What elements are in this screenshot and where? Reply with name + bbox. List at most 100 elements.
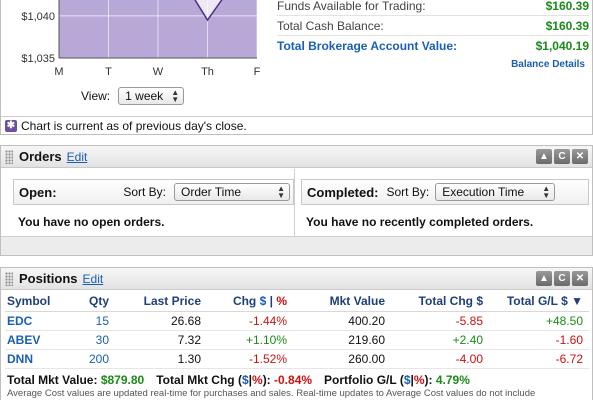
balance-details-link[interactable]: Balance Details — [511, 59, 585, 70]
y-tick-label: $1,040 — [21, 11, 55, 23]
row-symbol[interactable]: ABEV — [5, 330, 75, 350]
orders-footer — [1, 236, 592, 255]
col-mkt-value[interactable]: Mkt Value — [293, 292, 391, 312]
completed-sort-label: Sort By: — [386, 185, 430, 199]
summary-row-funds: Funds Available for Trading: $160.39 — [277, 0, 589, 16]
funds-value: $160.39 — [545, 0, 589, 13]
orders-controls: ▲ C ✕ — [536, 149, 588, 164]
row-qty[interactable]: 15 — [75, 311, 115, 331]
summary-row-cash: Total Cash Balance: $160.39 — [277, 16, 589, 36]
row-total-gl: -1.60 — [489, 330, 589, 350]
portfolio-gl-group: Portfolio G/L ($|%): 4.79% — [324, 373, 470, 387]
row-mkt-value: 219.60 — [293, 330, 391, 350]
toggle-percent-link[interactable]: % — [252, 373, 263, 387]
funds-label: Funds Available for Trading: — [277, 0, 426, 13]
summary-row-total: Total Brokerage Account Value: $1,040.19 — [277, 36, 589, 56]
toggle-percent-link[interactable]: % — [414, 373, 425, 387]
open-orders-bar: Open: Sort By: Order Time ▲ ▼ — [13, 179, 294, 205]
close-icon[interactable]: ✕ — [572, 271, 588, 286]
row-total-gl: -6.72 — [489, 349, 589, 369]
cash-value: $160.39 — [545, 18, 589, 33]
col-chg-label: Chg — [232, 294, 257, 309]
orders-title: Orders — [19, 149, 62, 164]
account-value-chart: $1,035$1,040$1,045MTWThF — [21, 0, 261, 78]
row-qty[interactable]: 200 — [75, 349, 115, 369]
table-row: DNN 200 1.30 -1.52% 260.00 -4.00 -6.72 — [5, 349, 589, 369]
row-total-chg: +2.40 — [391, 330, 489, 350]
col-qty[interactable]: Qty — [75, 292, 115, 312]
select-arrows-icon: ▲ ▼ — [277, 184, 285, 200]
drag-handle-icon[interactable] — [5, 271, 13, 286]
col-chg[interactable]: Chg $ | % — [207, 292, 293, 312]
positions-title: Positions — [19, 271, 78, 286]
table-row: EDC 15 26.68 -1.44% 400.20 -5.85 +48.50 — [5, 311, 589, 331]
col-total-gl[interactable]: Total G/L $ ▼ — [489, 292, 589, 312]
row-mkt-value: 260.00 — [293, 349, 391, 369]
table-row: ABEV 30 7.32 +1.10% 219.60 +2.40 -1.60 — [5, 330, 589, 350]
chart-view-select[interactable]: 1 week ▲ ▼ — [118, 87, 185, 105]
open-sort-select[interactable]: Order Time ▲ ▼ — [174, 183, 290, 201]
positions-controls: ▲ C ✕ — [536, 271, 588, 286]
x-tick-label: W — [153, 66, 164, 78]
completed-orders-section: Completed: Sort By: Execution Time ▲ ▼ Yo… — [301, 169, 589, 237]
total-mkt-chg-group: Total Mkt Chg ($|%): -0.84% — [156, 373, 313, 387]
chart-view-label: View: — [81, 89, 111, 103]
sort-desc-icon: ▼ — [571, 294, 583, 309]
refresh-icon[interactable]: C — [554, 149, 570, 164]
col-symbol[interactable]: Symbol — [5, 292, 75, 312]
total-mkt-chg-label: Total Mkt Chg ( — [156, 373, 242, 387]
positions-table: Symbol Qty Last Price Chg $ | % Mkt Valu… — [5, 292, 589, 369]
total-value-label[interactable]: Total Brokerage Account Value: — [277, 39, 457, 53]
drag-handle-icon[interactable] — [5, 149, 13, 164]
open-orders-message: You have no open orders. — [18, 215, 165, 229]
row-symbol[interactable]: DNN — [5, 349, 75, 369]
x-tick-label: Th — [201, 66, 214, 78]
total-mkt-value-label: Total Mkt Value: — [7, 373, 98, 387]
orders-panel: Orders Edit ▲ C ✕ Open: Sort By: Order T… — [0, 145, 593, 256]
row-chg: -1.52% — [207, 349, 293, 369]
row-last-price: 26.68 — [115, 311, 207, 331]
row-qty[interactable]: 30 — [75, 330, 115, 350]
collapse-icon[interactable]: ▲ — [536, 149, 552, 164]
select-arrows-icon: ▲ ▼ — [171, 88, 180, 104]
info-star-icon: ✱ — [5, 119, 17, 132]
close-icon[interactable]: ✕ — [572, 149, 588, 164]
row-total-gl: +48.50 — [489, 311, 589, 331]
positions-header: Positions Edit ▲ C ✕ — [1, 268, 592, 290]
select-arrows-icon: ▲ ▼ — [542, 184, 551, 200]
positions-footnote: Average Cost values are updated real-tim… — [7, 388, 536, 399]
total-mkt-value-group: Total Mkt Value: $879.80 — [7, 373, 144, 387]
refresh-icon[interactable]: C — [554, 271, 570, 286]
x-tick-label: F — [254, 66, 261, 78]
toggle-dollar-link[interactable]: $ — [242, 373, 249, 387]
total-mkt-chg-value: -0.84% — [274, 373, 313, 387]
positions-edit-link[interactable]: Edit — [83, 272, 104, 286]
completed-sort-value: Execution Time — [442, 185, 525, 199]
cash-label: Total Cash Balance: — [277, 18, 384, 33]
chart-note: ✱ Chart is current as of previous day's … — [1, 116, 592, 134]
row-last-price: 1.30 — [115, 349, 207, 369]
row-mkt-value: 400.20 — [293, 311, 391, 331]
col-total-chg[interactable]: Total Chg $ — [391, 292, 489, 312]
chart-view-value: 1 week — [125, 89, 164, 103]
completed-sort-select[interactable]: Execution Time ▲ ▼ — [435, 183, 556, 201]
row-total-chg: -4.00 — [391, 349, 489, 369]
col-last-price[interactable]: Last Price — [115, 292, 207, 312]
positions-panel: Positions Edit ▲ C ✕ Symbol Qty Last Pri… — [0, 267, 593, 400]
collapse-icon[interactable]: ▲ — [536, 271, 552, 286]
completed-orders-title: Completed: — [307, 184, 379, 200]
open-sort-label: Sort By: — [123, 185, 166, 199]
toggle-dollar-link[interactable]: $ — [404, 373, 411, 387]
positions-totals: Total Mkt Value: $879.80 Total Mkt Chg (… — [7, 373, 470, 387]
row-symbol[interactable]: EDC — [5, 311, 75, 331]
chart-note-text: Chart is current as of previous day's cl… — [21, 118, 247, 133]
chart-view-row: View: 1 week ▲ ▼ — [81, 87, 185, 105]
portfolio-gl-label: Portfolio G/L ( — [324, 373, 404, 387]
orders-edit-link[interactable]: Edit — [67, 150, 88, 164]
open-orders-section: Open: Sort By: Order Time ▲ ▼ You have no… — [13, 169, 295, 237]
account-overview-panel: $1,035$1,040$1,045MTWThF View: 1 week ▲▼… — [0, 0, 593, 135]
total-value: $1,040.19 — [535, 39, 589, 53]
col-total-gl-label: Total G/L $ — [506, 294, 568, 309]
portfolio-gl-value: 4.79% — [435, 373, 470, 387]
completed-orders-bar: Completed: Sort By: Execution Time ▲ ▼ — [301, 179, 589, 205]
